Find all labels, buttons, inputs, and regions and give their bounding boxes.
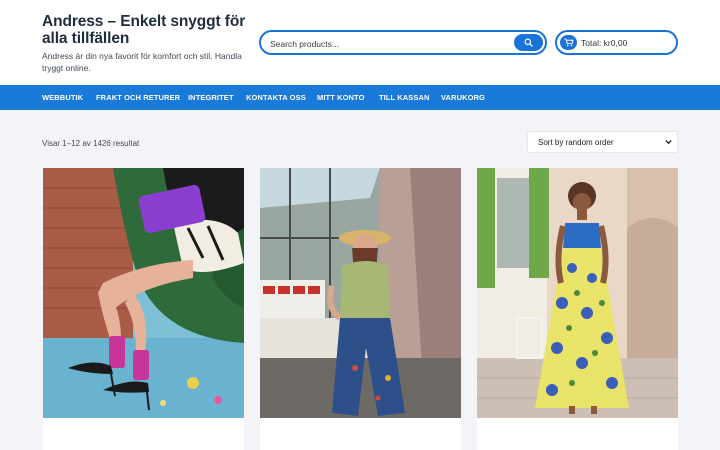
cart-total-label: Total: kr0,00 [581,38,628,48]
product-card[interactable] [260,168,461,450]
product-image[interactable] [43,168,244,418]
product-search [259,30,547,55]
search-button[interactable] [514,34,543,51]
search-input[interactable] [270,36,510,51]
site-branding: Andress – Enkelt snyggt för alla tillfäl… [42,13,247,74]
nav-item-integritet[interactable]: INTEGRITET [188,93,234,102]
product-card[interactable] [477,168,678,450]
nav-item-till-kassan[interactable]: TILL KASSAN [379,93,430,102]
sort-selected-label: Sort by random order [538,138,614,147]
product-image[interactable] [260,168,461,418]
sort-select[interactable]: Sort by random order [527,131,678,153]
nav-item-kontakta-oss[interactable]: KONTAKTA OSS [246,93,306,102]
shop-main: Visar 1–12 av 1426 resultat Sort by rand… [0,110,720,450]
search-icon [524,38,533,47]
site-header: Andress – Enkelt snyggt för alla tillfäl… [0,0,720,85]
cart-total-button[interactable]: Total: kr0,00 [555,30,678,55]
site-description: Andress är din nya favorit för komfort o… [42,51,242,73]
product-card[interactable] [43,168,244,450]
nav-item-webbutik[interactable]: WEBBUTIK [42,93,83,102]
result-count: Visar 1–12 av 1426 resultat [42,139,140,148]
nav-item-varukorg[interactable]: VARUKORG [441,93,485,102]
site-title[interactable]: Andress – Enkelt snyggt för alla tillfäl… [42,13,247,47]
main-navigation: WEBBUTIK FRAKT OCH RETURER INTEGRITET KO… [0,85,720,110]
chevron-down-icon [665,140,672,145]
product-image[interactable] [477,168,678,418]
cart-icon [560,35,577,50]
nav-item-frakt-och-returer[interactable]: FRAKT OCH RETURER [96,93,180,102]
nav-item-mitt-konto[interactable]: MITT KONTO [317,93,365,102]
